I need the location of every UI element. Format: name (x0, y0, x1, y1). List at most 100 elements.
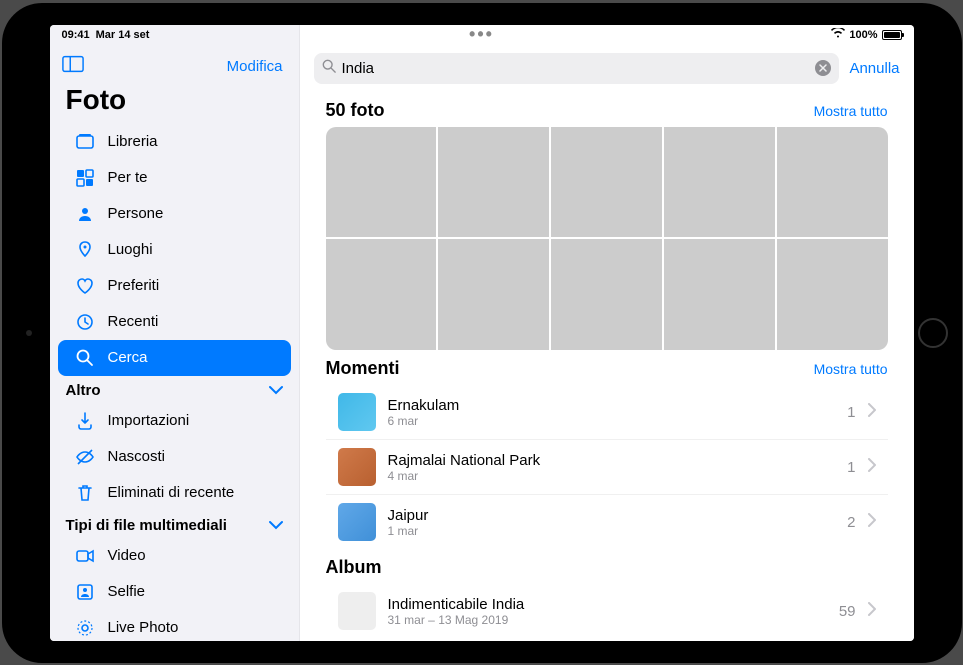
clear-search-icon[interactable] (815, 60, 831, 76)
sidebar-item-importazioni[interactable]: Importazioni (58, 403, 291, 439)
moments-list: Ernakulam 6 mar 1 Rajmalai National Park… (326, 385, 888, 549)
selfie-icon (74, 581, 96, 603)
chevron-down-icon (269, 517, 283, 534)
recents-icon (74, 311, 96, 333)
sidebar-item-cerca[interactable]: Cerca (58, 340, 291, 376)
sidebar-item-video[interactable]: Video (58, 538, 291, 574)
screen: 09:41 Mar 14 set ••• 100% Modifica Foto (50, 25, 914, 641)
livephoto-icon (74, 617, 96, 639)
sidebar: Modifica Foto Libreria Per te Persone Lu… (50, 25, 300, 641)
show-all-moments[interactable]: Mostra tutto (814, 361, 888, 377)
moment-title: Jaipur (388, 507, 836, 524)
for-you-icon (74, 167, 96, 189)
wifi-icon (831, 28, 845, 41)
moment-count: 2 (847, 514, 855, 531)
library-icon (74, 131, 96, 153)
photo-thumbnail[interactable] (551, 127, 662, 238)
section-media[interactable]: Tipi di file multimediali (50, 511, 299, 538)
moment-thumbnail (338, 448, 376, 486)
search-field[interactable] (314, 53, 840, 84)
sidebar-item-label: Per te (108, 169, 148, 186)
photo-thumbnail[interactable] (326, 127, 437, 238)
photo-thumbnail[interactable] (438, 239, 549, 350)
sidebar-item-luoghi[interactable]: Luoghi (58, 232, 291, 268)
home-button[interactable] (918, 318, 948, 348)
photo-thumbnail[interactable] (326, 239, 437, 350)
chevron-down-icon (269, 382, 283, 399)
cancel-search-button[interactable]: Annulla (849, 60, 899, 77)
sidebar-item-label: Libreria (108, 133, 158, 150)
sidebar-item-label: Persone (108, 205, 164, 222)
albums-list: Indimenticabile India 31 mar – 13 Mag 20… (326, 584, 888, 638)
chevron-right-icon (868, 513, 876, 532)
status-bar: 09:41 Mar 14 set ••• 100% (50, 25, 914, 45)
sidebar-item-persone[interactable]: Persone (58, 196, 291, 232)
albums-title: Album (326, 557, 382, 578)
chevron-right-icon (868, 602, 876, 621)
section-other-label: Altro (66, 382, 101, 399)
moment-date: 1 mar (388, 524, 836, 538)
show-all-photos[interactable]: Mostra tutto (814, 103, 888, 119)
status-time: 09:41 (62, 29, 90, 41)
album-thumbnail (338, 592, 376, 630)
photo-thumbnail[interactable] (777, 239, 888, 350)
section-other[interactable]: Altro (50, 376, 299, 403)
album-count: 59 (839, 603, 856, 620)
main-content: Annulla 50 foto Mostra tutto (300, 25, 914, 641)
sidebar-item-label: Cerca (108, 349, 148, 366)
moment-thumbnail (338, 393, 376, 431)
search-icon (74, 347, 96, 369)
sidebar-item-label: Importazioni (108, 412, 190, 429)
photos-count-title: 50 foto (326, 100, 385, 121)
sidebar-item-label: Preferiti (108, 277, 160, 294)
moment-count: 1 (847, 404, 855, 421)
sidebar-item-label: Recenti (108, 313, 159, 330)
sidebar-item-libreria[interactable]: Libreria (58, 124, 291, 160)
photo-thumbnail[interactable] (664, 127, 775, 238)
photo-thumbnail[interactable] (551, 239, 662, 350)
sidebar-item-eliminati-di-recente[interactable]: Eliminati di recente (58, 475, 291, 511)
multitasking-dots[interactable]: ••• (469, 25, 494, 46)
photo-thumbnail[interactable] (438, 127, 549, 238)
video-icon (74, 545, 96, 567)
sidebar-item-nascosti[interactable]: Nascosti (58, 439, 291, 475)
camera-dot (26, 330, 32, 336)
moment-row[interactable]: Jaipur 1 mar 2 (326, 495, 888, 549)
search-input[interactable] (342, 60, 810, 77)
moment-date: 6 mar (388, 414, 836, 428)
sidebar-item-label: Selfie (108, 583, 146, 600)
photo-grid (326, 127, 888, 351)
sidebar-item-selfie[interactable]: Selfie (58, 574, 291, 610)
section-media-label: Tipi di file multimediali (66, 517, 227, 534)
moment-row[interactable]: Rajmalai National Park 4 mar 1 (326, 440, 888, 495)
album-row[interactable]: Indimenticabile India 31 mar – 13 Mag 20… (326, 584, 888, 638)
sidebar-item-preferiti[interactable]: Preferiti (58, 268, 291, 304)
sidebar-item-per-te[interactable]: Per te (58, 160, 291, 196)
moments-title: Momenti (326, 358, 400, 379)
moment-title: Rajmalai National Park (388, 452, 836, 469)
chevron-right-icon (868, 403, 876, 422)
sidebar-item-recenti[interactable]: Recenti (58, 304, 291, 340)
sidebar-item-label: Live Photo (108, 619, 179, 636)
sidebar-toggle-icon[interactable] (62, 55, 84, 78)
people-icon (74, 203, 96, 225)
moment-date: 4 mar (388, 469, 836, 483)
photo-thumbnail[interactable] (664, 239, 775, 350)
moment-row[interactable]: Ernakulam 6 mar 1 (326, 385, 888, 440)
favorites-icon (74, 275, 96, 297)
sidebar-item-label: Eliminati di recente (108, 484, 235, 501)
album-title: Indimenticabile India (388, 596, 827, 613)
places-icon (74, 239, 96, 261)
app-title: Foto (50, 82, 299, 124)
edit-button[interactable]: Modifica (227, 58, 283, 75)
search-icon (322, 59, 336, 78)
chevron-right-icon (868, 458, 876, 477)
battery-icon (882, 30, 902, 40)
moment-count: 1 (847, 459, 855, 476)
sidebar-item-live-photo[interactable]: Live Photo (58, 610, 291, 641)
imports-icon (74, 410, 96, 432)
ipad-frame: 09:41 Mar 14 set ••• 100% Modifica Foto (2, 3, 962, 663)
hidden-icon (74, 446, 96, 468)
photo-thumbnail[interactable] (777, 127, 888, 238)
album-date: 31 mar – 13 Mag 2019 (388, 613, 827, 627)
